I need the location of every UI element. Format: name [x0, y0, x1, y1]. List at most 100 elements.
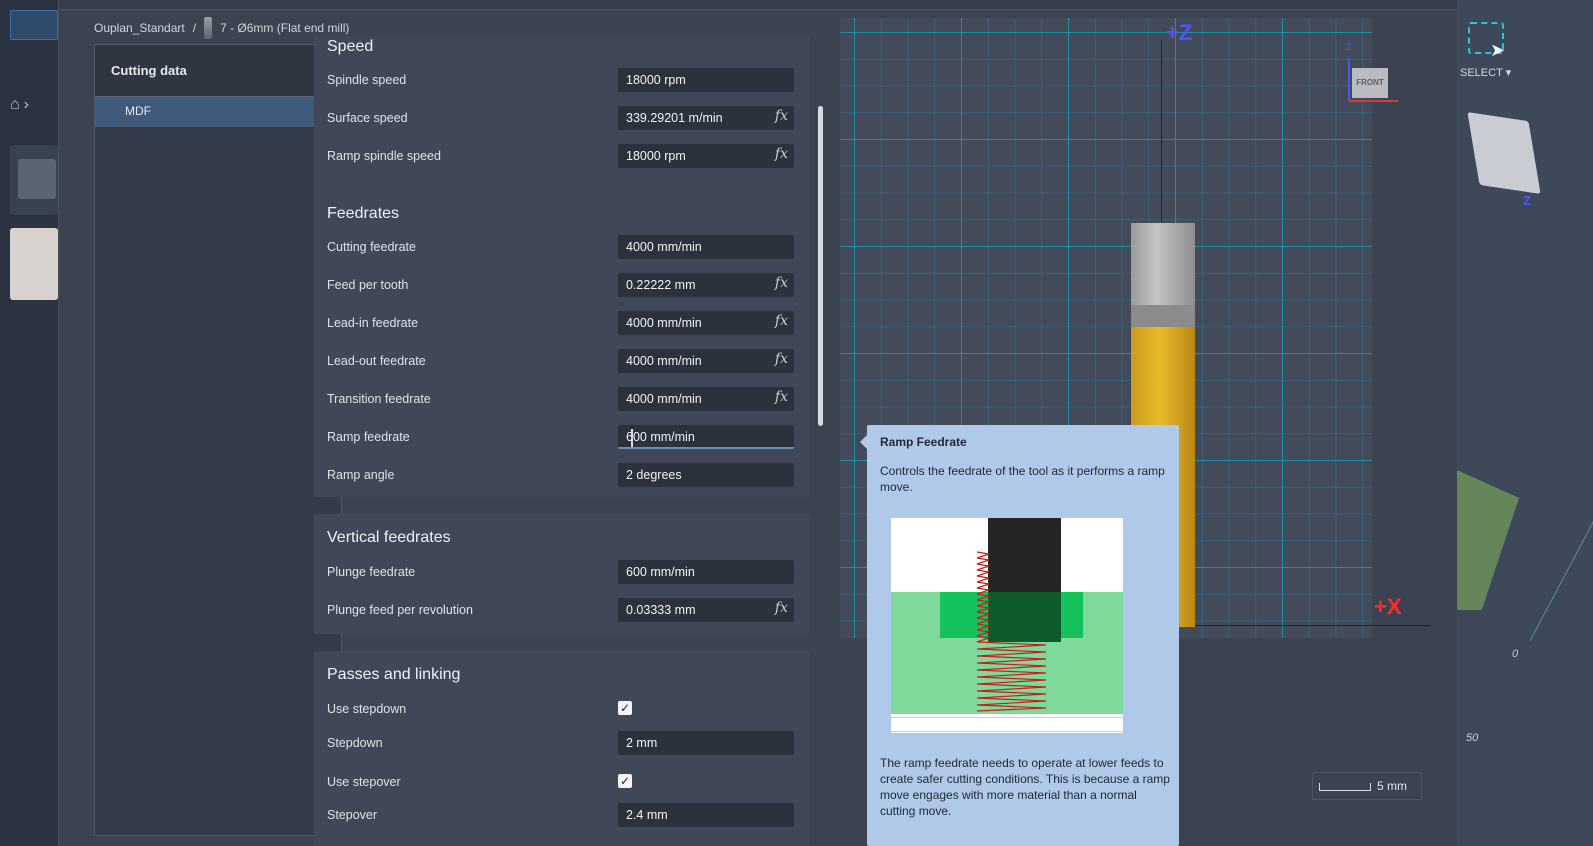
- ramp-spindle-speed-input[interactable]: 18000 rpm fx: [618, 144, 794, 168]
- field-value: 2.4 mm: [626, 808, 668, 822]
- dialog-topbar: [59, 0, 1481, 10]
- stepover-row: Stepover 2.4 mm: [314, 803, 810, 827]
- field-label: Surface speed: [327, 111, 408, 125]
- viewcube-z-bar: [1348, 58, 1350, 102]
- tree-header: Cutting data: [95, 45, 341, 97]
- cutting-feedrate-input[interactable]: 4000 mm/min: [618, 235, 794, 259]
- fx-formula-icon[interactable]: fx: [775, 389, 788, 405]
- tree-item-mdf[interactable]: MDF: [95, 97, 341, 127]
- cutting-data-tree: Cutting data MDF: [94, 44, 342, 836]
- scale-indicator: 5 mm: [1312, 772, 1422, 800]
- transition-feedrate-input[interactable]: 4000 mm/min fx: [618, 387, 794, 411]
- use-stepdown-checkbox[interactable]: ✓: [618, 701, 632, 715]
- spindle-speed-input[interactable]: 18000 rpm: [618, 68, 794, 92]
- field-value: 600 mm/min: [626, 430, 695, 444]
- field-label: Ramp angle: [327, 468, 395, 482]
- folder-thumbnail[interactable]: [10, 145, 58, 215]
- background-green-solid: [1457, 470, 1519, 610]
- breadcrumb-library[interactable]: Ouplan_Standart: [94, 21, 185, 35]
- field-label: Plunge feed per revolution: [327, 603, 473, 617]
- field-label: Spindle speed: [327, 73, 407, 87]
- plunge-feedrate-row: Plunge feedrate 600 mm/min: [314, 560, 810, 584]
- tool-shank-band: [1131, 305, 1195, 327]
- feed-per-tooth-input[interactable]: 0.22222 mm fx: [618, 273, 794, 297]
- cutting-feedrate-row: Cutting feedrate 4000 mm/min: [314, 235, 810, 259]
- fx-formula-icon[interactable]: fx: [775, 351, 788, 367]
- lead-in-feedrate-row: Lead-in feedrate 4000 mm/min fx: [314, 311, 810, 335]
- folder-icon: [18, 159, 56, 199]
- plunge-feed-per-revolution-row: Plunge feed per revolution 0.03333 mm fx: [314, 598, 810, 622]
- field-label: Lead-out feedrate: [327, 354, 426, 368]
- lead-in-feedrate-input[interactable]: 4000 mm/min fx: [618, 311, 794, 335]
- ramp-illustration: [891, 518, 1123, 733]
- fx-formula-icon[interactable]: fx: [775, 313, 788, 329]
- fx-formula-icon[interactable]: fx: [775, 600, 788, 616]
- field-value: 339.29201 m/min: [626, 111, 723, 125]
- feedrates-section: Feedrates Cutting feedrate 4000 mm/min F…: [314, 191, 810, 497]
- ramp-feedrate-row: Ramp feedrate 600 mm/min: [314, 425, 810, 449]
- field-value: 600 mm/min: [626, 565, 695, 579]
- ramp-spindle-speed-row: Ramp spindle speed 18000 rpm fx: [314, 144, 810, 168]
- surface-speed-input[interactable]: 339.29201 m/min fx: [618, 106, 794, 130]
- field-value: 0.22222 mm: [626, 278, 696, 292]
- tooltip-title: Ramp Feedrate: [880, 435, 967, 449]
- ramp-angle-row: Ramp angle 2 degrees: [314, 463, 810, 487]
- lead-out-feedrate-input[interactable]: 4000 mm/min fx: [618, 349, 794, 373]
- background-app-button[interactable]: [10, 10, 58, 40]
- plunge-feedrate-input[interactable]: 600 mm/min: [618, 560, 794, 584]
- viewcube-front-face[interactable]: FRONT: [1352, 68, 1388, 98]
- text-cursor-icon: [631, 429, 633, 447]
- home-icon[interactable]: ⌂: [10, 96, 20, 114]
- view-cube-mini[interactable]: Z FRONT: [1346, 42, 1406, 104]
- lead-out-feedrate-row: Lead-out feedrate 4000 mm/min fx: [314, 349, 810, 373]
- background-breadcrumb[interactable]: ⌂ ›: [10, 96, 29, 114]
- breadcrumb: Ouplan_Standart / 7 - Ø6mm (Flat end mil…: [94, 17, 349, 39]
- plunge-feed-per-revolution-input[interactable]: 0.03333 mm fx: [618, 598, 794, 622]
- fx-formula-icon[interactable]: fx: [775, 108, 788, 124]
- ramp-feedrate-tooltip: Ramp Feedrate Controls the feedrate of t…: [860, 425, 1179, 846]
- field-label: Transition feedrate: [327, 392, 431, 406]
- axis-x-label: +X: [1374, 594, 1402, 619]
- background-axis-line: [1529, 520, 1593, 641]
- ramp-angle-input[interactable]: 2 degrees: [618, 463, 794, 487]
- scale-label: 5 mm: [1377, 779, 1407, 793]
- axis-z-label: +Z: [1166, 20, 1193, 45]
- ruler-tick-label: 50: [1466, 732, 1479, 744]
- field-value: 4000 mm/min: [626, 240, 702, 254]
- field-label: Stepdown: [327, 736, 383, 750]
- ramp-feedrate-input[interactable]: 600 mm/min: [618, 425, 794, 449]
- tooltip-note: The ramp feedrate needs to operate at lo…: [880, 756, 1170, 818]
- form-scrollbar[interactable]: [818, 106, 823, 426]
- select-dropdown-label[interactable]: SELECT ▾: [1460, 66, 1511, 79]
- document-thumbnail[interactable]: [10, 228, 58, 300]
- field-value: 4000 mm/min: [626, 354, 702, 368]
- illustration-baseline: [891, 717, 1123, 718]
- background-app-strip: ⌂ ›: [0, 0, 58, 846]
- stepdown-input[interactable]: 2 mm: [618, 731, 794, 755]
- stepover-input[interactable]: 2.4 mm: [618, 803, 794, 827]
- fx-formula-icon[interactable]: fx: [775, 275, 788, 291]
- surface-speed-row: Surface speed 339.29201 m/min fx: [314, 106, 810, 130]
- field-label: Lead-in feedrate: [327, 316, 419, 330]
- field-value: 2 degrees: [626, 468, 682, 482]
- fx-formula-icon[interactable]: fx: [775, 146, 788, 162]
- field-value: 4000 mm/min: [626, 392, 702, 406]
- z-axis-line: [1161, 40, 1162, 222]
- field-label: Ramp feedrate: [327, 430, 410, 444]
- breadcrumb-tool: 7 - Ø6mm (Flat end mill): [220, 21, 350, 35]
- field-label: Cutting feedrate: [327, 240, 416, 254]
- section-title: Feedrates: [327, 205, 400, 222]
- use-stepover-checkbox[interactable]: ✓: [618, 774, 632, 788]
- spindle-speed-row: Spindle speed 18000 rpm: [314, 68, 810, 92]
- transition-feedrate-row: Transition feedrate 4000 mm/min fx: [314, 387, 810, 411]
- field-label: Plunge feedrate: [327, 565, 416, 579]
- field-value: 18000 rpm: [626, 149, 686, 163]
- field-value: 2 mm: [626, 736, 658, 750]
- passes-and-linking-section: Passes and linking Use stepdown ✓ Stepdo…: [314, 651, 810, 846]
- vertical-feedrates-section: Vertical feedrates Plunge feedrate 600 m…: [314, 514, 810, 634]
- viewcube-x-bar: [1348, 100, 1398, 102]
- end-mill-icon: [204, 17, 213, 39]
- cursor-arrow-icon: ➤: [1490, 40, 1506, 60]
- view-cube-axis-label: Z: [1523, 193, 1531, 208]
- section-title: Vertical feedrates: [327, 529, 451, 546]
